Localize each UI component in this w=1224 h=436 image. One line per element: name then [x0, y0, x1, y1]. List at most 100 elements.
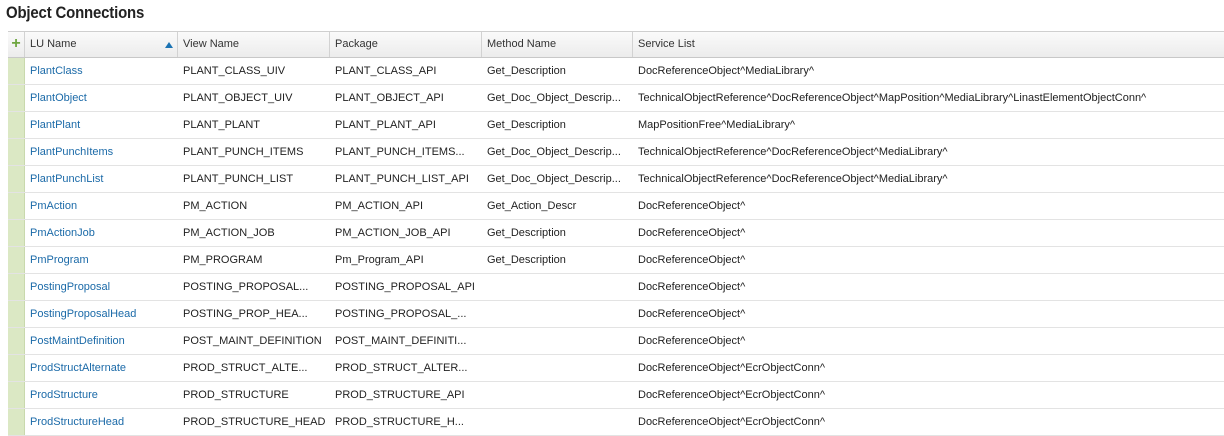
table-row[interactable]: PmAction PM_ACTION PM_ACTION_API Get_Act…	[8, 193, 1224, 220]
service-list-cell: DocReferenceObject^	[638, 308, 746, 320]
view-name-cell: PROD_STRUCT_ALTE...	[183, 362, 308, 374]
lu-name-link[interactable]: PostMaintDefinition	[30, 335, 125, 347]
table-row[interactable]: ProdStructureHead PROD_STRUCTURE_HEAD PR…	[8, 409, 1224, 436]
method-name-cell: Get_Doc_Object_Descrip...	[487, 92, 621, 104]
column-header-label: LU Name	[30, 38, 77, 50]
row-selector[interactable]	[8, 355, 25, 381]
sort-ascending-icon[interactable]	[165, 41, 173, 48]
service-list-cell: TechnicalObjectReference^DocReferenceObj…	[638, 146, 948, 158]
row-selector[interactable]	[8, 274, 25, 300]
lu-name-link[interactable]: PlantClass	[30, 65, 83, 77]
view-name-cell: POSTING_PROP_HEA...	[183, 308, 308, 320]
lu-name-link[interactable]: PlantObject	[30, 92, 87, 104]
method-name-cell	[482, 382, 633, 408]
service-list-cell: DocReferenceObject^EcrObjectConn^	[638, 416, 826, 428]
method-name-cell: Get_Action_Descr	[487, 200, 577, 212]
method-name-cell: Get_Description	[487, 65, 566, 77]
service-list-cell: DocReferenceObject^MediaLibrary^	[638, 65, 815, 77]
package-cell: PROD_STRUCTURE_API	[335, 389, 465, 401]
row-selector[interactable]	[8, 139, 25, 165]
method-name-cell	[482, 409, 633, 435]
view-name-cell: PM_PROGRAM	[183, 254, 263, 266]
column-header-package[interactable]: Package	[330, 32, 482, 57]
service-list-cell: DocReferenceObject^	[638, 227, 746, 239]
service-list-cell: DocReferenceObject^	[638, 281, 746, 293]
plus-icon: +	[11, 35, 21, 52]
lu-name-link[interactable]: ProdStructure	[30, 389, 98, 401]
lu-name-link[interactable]: PostingProposal	[30, 281, 110, 293]
table-row[interactable]: ProdStructAlternate PROD_STRUCT_ALTE... …	[8, 355, 1224, 382]
table-header: + LU Name View Name Package Method Name …	[8, 32, 1224, 58]
view-name-cell: POST_MAINT_DEFINITION	[183, 335, 322, 347]
service-list-cell: DocReferenceObject^EcrObjectConn^	[638, 362, 826, 374]
row-selector[interactable]	[8, 409, 25, 435]
table-row[interactable]: PlantPunchList PLANT_PUNCH_LIST PLANT_PU…	[8, 166, 1224, 193]
table-row[interactable]: PostMaintDefinition POST_MAINT_DEFINITIO…	[8, 328, 1224, 355]
view-name-cell: PROD_STRUCTURE	[183, 389, 289, 401]
lu-name-link[interactable]: ProdStructAlternate	[30, 362, 126, 374]
service-list-cell: DocReferenceObject^	[638, 254, 746, 266]
view-name-cell: PLANT_PUNCH_ITEMS	[183, 146, 304, 158]
method-name-cell	[482, 301, 633, 327]
method-name-cell	[482, 274, 633, 300]
table-row[interactable]: PlantPlant PLANT_PLANT PLANT_PLANT_API G…	[8, 112, 1224, 139]
lu-name-link[interactable]: PmActionJob	[30, 227, 95, 239]
service-list-cell: DocReferenceObject^	[638, 200, 746, 212]
lu-name-link[interactable]: ProdStructureHead	[30, 416, 124, 428]
method-name-cell: Get_Description	[487, 119, 566, 131]
row-selector[interactable]	[8, 301, 25, 327]
package-cell: PLANT_PUNCH_ITEMS...	[335, 146, 465, 158]
row-selector[interactable]	[8, 58, 25, 84]
lu-name-link[interactable]: PlantPunchList	[30, 173, 103, 185]
row-selector[interactable]	[8, 112, 25, 138]
table-row[interactable]: PlantObject PLANT_OBJECT_UIV PLANT_OBJEC…	[8, 85, 1224, 112]
row-selector[interactable]	[8, 193, 25, 219]
table-row[interactable]: PostingProposal POSTING_PROPOSAL... POST…	[8, 274, 1224, 301]
table-row[interactable]: PlantPunchItems PLANT_PUNCH_ITEMS PLANT_…	[8, 139, 1224, 166]
method-name-cell: Get_Doc_Object_Descrip...	[487, 146, 621, 158]
row-selector[interactable]	[8, 220, 25, 246]
row-selector[interactable]	[8, 166, 25, 192]
service-list-cell: DocReferenceObject^EcrObjectConn^	[638, 389, 826, 401]
package-cell: PLANT_PUNCH_LIST_API	[335, 173, 469, 185]
lu-name-link[interactable]: PmAction	[30, 200, 77, 212]
method-name-cell	[482, 328, 633, 354]
table-row[interactable]: PmProgram PM_PROGRAM Pm_Program_API Get_…	[8, 247, 1224, 274]
view-name-cell: PLANT_PLANT	[183, 119, 261, 131]
row-selector[interactable]	[8, 85, 25, 111]
package-cell: PROD_STRUCT_ALTER...	[335, 362, 468, 374]
view-name-cell: PLANT_OBJECT_UIV	[183, 92, 293, 104]
method-name-cell: Get_Description	[487, 254, 566, 266]
table-row[interactable]: ProdStructure PROD_STRUCTURE PROD_STRUCT…	[8, 382, 1224, 409]
service-list-cell: TechnicalObjectReference^DocReferenceObj…	[638, 173, 948, 185]
row-selector[interactable]	[8, 328, 25, 354]
view-name-cell: PM_ACTION_JOB	[183, 227, 275, 239]
package-cell: PLANT_CLASS_API	[335, 65, 437, 77]
package-cell: PLANT_PLANT_API	[335, 119, 436, 131]
table-row[interactable]: PostingProposalHead POSTING_PROP_HEA... …	[8, 301, 1224, 328]
package-cell: PM_ACTION_API	[335, 200, 424, 212]
column-header-service-list[interactable]: Service List	[633, 32, 1224, 57]
service-list-cell: TechnicalObjectReference^DocReferenceObj…	[638, 92, 1147, 104]
page-title: Object Connections	[6, 3, 145, 22]
method-name-cell: Get_Doc_Object_Descrip...	[487, 173, 621, 185]
add-row-button[interactable]: +	[8, 32, 25, 57]
package-cell: POSTING_PROPOSAL_API	[335, 281, 475, 293]
view-name-cell: PROD_STRUCTURE_HEAD	[183, 416, 326, 428]
lu-name-link[interactable]: PostingProposalHead	[30, 308, 136, 320]
object-connections-table: + LU Name View Name Package Method Name …	[8, 31, 1224, 436]
lu-name-link[interactable]: PmProgram	[30, 254, 89, 266]
column-header-lu-name[interactable]: LU Name	[25, 32, 178, 57]
lu-name-link[interactable]: PlantPunchItems	[30, 146, 113, 158]
column-header-method-name[interactable]: Method Name	[482, 32, 633, 57]
package-cell: POST_MAINT_DEFINITI...	[335, 335, 467, 347]
method-name-cell	[482, 355, 633, 381]
row-selector[interactable]	[8, 247, 25, 273]
lu-name-link[interactable]: PlantPlant	[30, 119, 80, 131]
column-header-view-name[interactable]: View Name	[178, 32, 330, 57]
package-cell: PLANT_OBJECT_API	[335, 92, 444, 104]
row-selector[interactable]	[8, 382, 25, 408]
table-row[interactable]: PmActionJob PM_ACTION_JOB PM_ACTION_JOB_…	[8, 220, 1224, 247]
view-name-cell: PLANT_CLASS_UIV	[183, 65, 286, 77]
table-row[interactable]: PlantClass PLANT_CLASS_UIV PLANT_CLASS_A…	[8, 58, 1224, 85]
